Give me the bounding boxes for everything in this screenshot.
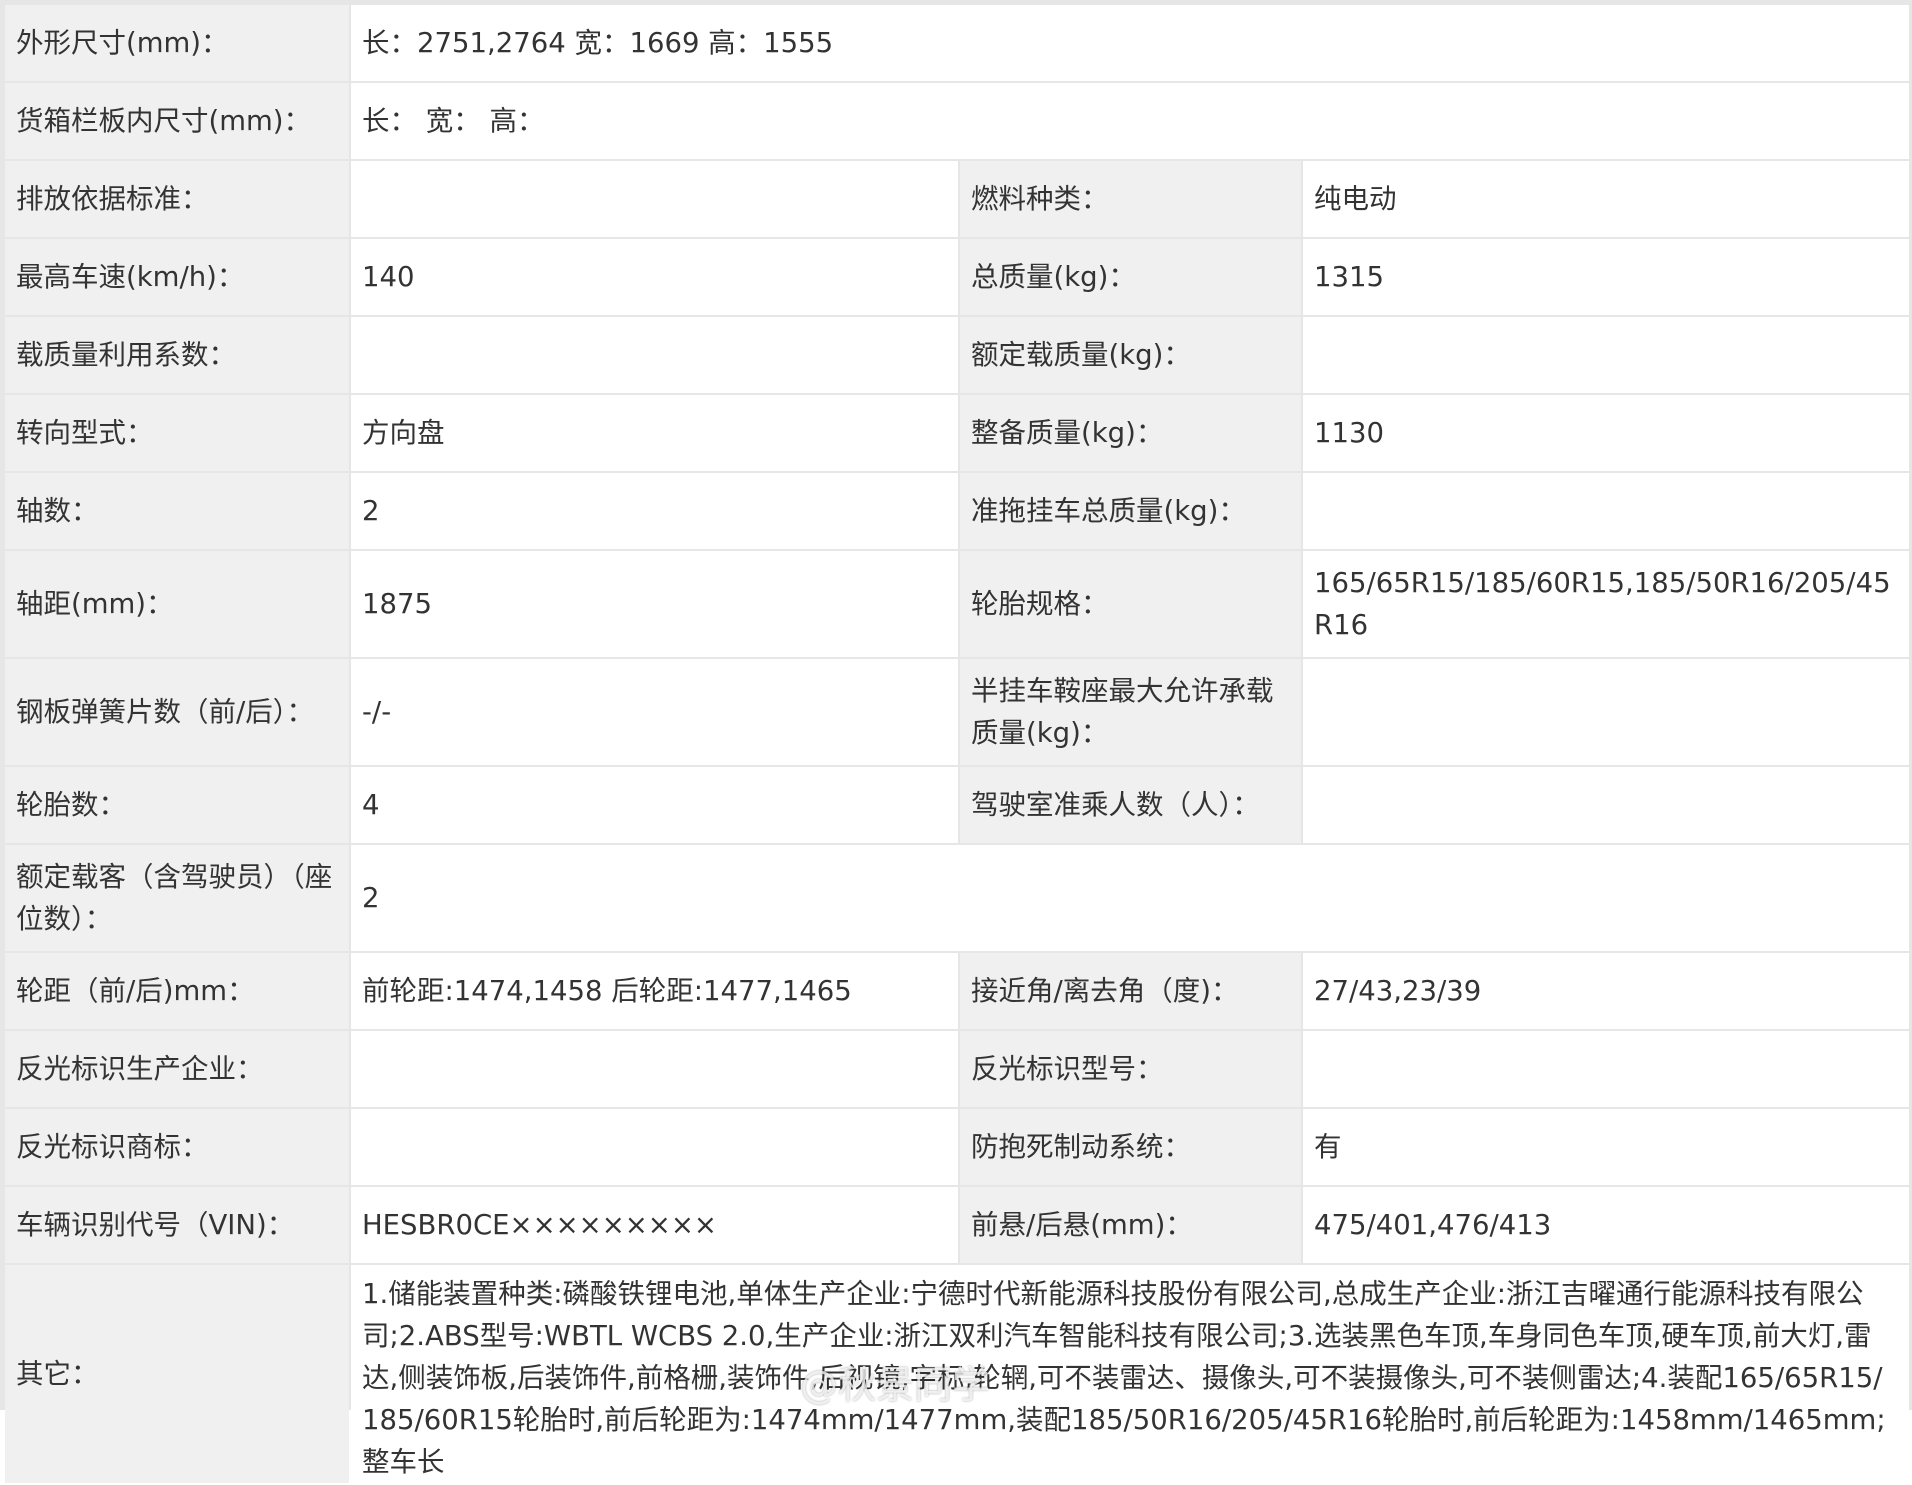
value-fuel: 纯电动: [1303, 161, 1910, 237]
value-saddle-load: [1303, 659, 1910, 765]
value-track: 前轮距:1474,1458 后轮距:1477,1465: [351, 953, 958, 1029]
row-cargo: 货箱栏板内尺寸(mm)： 长： 宽： 高：: [5, 83, 1910, 159]
value-reflector-model: [1303, 1031, 1910, 1107]
label-overhang: 前悬/后悬(mm)：: [960, 1187, 1301, 1263]
value-reflector-brand: [351, 1109, 958, 1185]
value-dims: 长：2751,2764 宽：1669 高：1555: [351, 5, 1910, 81]
value-gross-mass: 1315: [1303, 239, 1910, 315]
row-dims: 外形尺寸(mm)： 长：2751,2764 宽：1669 高：1555: [5, 5, 1910, 81]
row-vin: 车辆识别代号（VIN)： HESBR0CE××××××××× 前悬/后悬(mm)…: [5, 1187, 1910, 1263]
value-tire-count: 4: [351, 767, 958, 843]
value-abs: 有: [1303, 1109, 1910, 1185]
label-track: 轮距（前/后)mm：: [5, 953, 349, 1029]
label-wheelbase: 轴距(mm)：: [5, 551, 349, 657]
label-saddle-load: 半挂车鞍座最大允许承载质量(kg)：: [960, 659, 1301, 765]
label-fuel: 燃料种类：: [960, 161, 1301, 237]
label-angles: 接近角/离去角（度)：: [960, 953, 1301, 1029]
label-load-coef: 载质量利用系数：: [5, 317, 349, 393]
label-tire-count: 轮胎数：: [5, 767, 349, 843]
label-gross-mass: 总质量(kg)：: [960, 239, 1301, 315]
label-springs: 钢板弹簧片数（前/后）：: [5, 659, 349, 765]
value-load-coef: [351, 317, 958, 393]
value-steering: 方向盘: [351, 395, 958, 471]
label-reflector-brand: 反光标识商标：: [5, 1109, 349, 1185]
value-speed: 140: [351, 239, 958, 315]
row-springs: 钢板弹簧片数（前/后）： -/- 半挂车鞍座最大允许承载质量(kg)：: [5, 659, 1910, 765]
value-vin: HESBR0CE×××××××××: [351, 1187, 958, 1263]
value-axles: 2: [351, 473, 958, 549]
spec-sheet: 外形尺寸(mm)： 长：2751,2764 宽：1669 高：1555 货箱栏板…: [0, 0, 1912, 1483]
label-other: 其它：: [5, 1265, 349, 1483]
row-seats: 额定载客（含驾驶员）（座位数）： 2: [5, 845, 1910, 951]
row-axles: 轴数： 2 准拖挂车总质量(kg)：: [5, 473, 1910, 549]
value-trailer-mass: [1303, 473, 1910, 549]
row-reflector-maker: 反光标识生产企业： 反光标识型号：: [5, 1031, 1910, 1107]
value-curb-mass: 1130: [1303, 395, 1910, 471]
value-other: 1.储能装置种类:磷酸铁锂电池,单体生产企业:宁德时代新能源科技股份有限公司,总…: [351, 1265, 1910, 1483]
row-emission: 排放依据标准： 燃料种类： 纯电动: [5, 161, 1910, 237]
row-speed: 最高车速(km/h)： 140 总质量(kg)： 1315: [5, 239, 1910, 315]
row-reflector-brand: 反光标识商标： 防抱死制动系统： 有: [5, 1109, 1910, 1185]
label-tire-spec: 轮胎规格：: [960, 551, 1301, 657]
label-dims: 外形尺寸(mm)：: [5, 5, 349, 81]
label-abs: 防抱死制动系统：: [960, 1109, 1301, 1185]
label-cab-seats: 驾驶室准乘人数（人）：: [960, 767, 1301, 843]
label-rated-seats: 额定载客（含驾驶员）（座位数）：: [5, 845, 349, 951]
label-vin: 车辆识别代号（VIN)：: [5, 1187, 349, 1263]
label-steering: 转向型式：: [5, 395, 349, 471]
label-curb-mass: 整备质量(kg)：: [960, 395, 1301, 471]
row-steering: 转向型式： 方向盘 整备质量(kg)： 1130: [5, 395, 1910, 471]
label-reflector-model: 反光标识型号：: [960, 1031, 1301, 1107]
value-angles: 27/43,23/39: [1303, 953, 1910, 1029]
value-cargo: 长： 宽： 高：: [351, 83, 1910, 159]
label-trailer-mass: 准拖挂车总质量(kg)：: [960, 473, 1301, 549]
label-reflector-maker: 反光标识生产企业：: [5, 1031, 349, 1107]
value-rated-seats: 2: [351, 845, 1910, 951]
vehicle-spec-table: 外形尺寸(mm)： 长：2751,2764 宽：1669 高：1555 货箱栏板…: [3, 3, 1911, 1485]
row-track: 轮距（前/后)mm： 前轮距:1474,1458 后轮距:1477,1465 接…: [5, 953, 1910, 1029]
watermark: @秋景同学: [800, 1363, 991, 1407]
row-load-coef: 载质量利用系数： 额定载质量(kg)：: [5, 317, 1910, 393]
label-speed: 最高车速(km/h)：: [5, 239, 349, 315]
value-tire-spec: 165/65R15/185/60R15,185/50R16/205/45R16: [1303, 551, 1910, 657]
row-tires: 轮胎数： 4 驾驶室准乘人数（人）：: [5, 767, 1910, 843]
label-rated-load: 额定载质量(kg)：: [960, 317, 1301, 393]
label-axles: 轴数：: [5, 473, 349, 549]
label-emission: 排放依据标准：: [5, 161, 349, 237]
value-reflector-maker: [351, 1031, 958, 1107]
label-cargo: 货箱栏板内尺寸(mm)：: [5, 83, 349, 159]
value-overhang: 475/401,476/413: [1303, 1187, 1910, 1263]
value-cab-seats: [1303, 767, 1910, 843]
value-rated-load: [1303, 317, 1910, 393]
row-wheelbase: 轴距(mm)： 1875 轮胎规格： 165/65R15/185/60R15,1…: [5, 551, 1910, 657]
value-springs: -/-: [351, 659, 958, 765]
value-wheelbase: 1875: [351, 551, 958, 657]
value-emission: [351, 161, 958, 237]
